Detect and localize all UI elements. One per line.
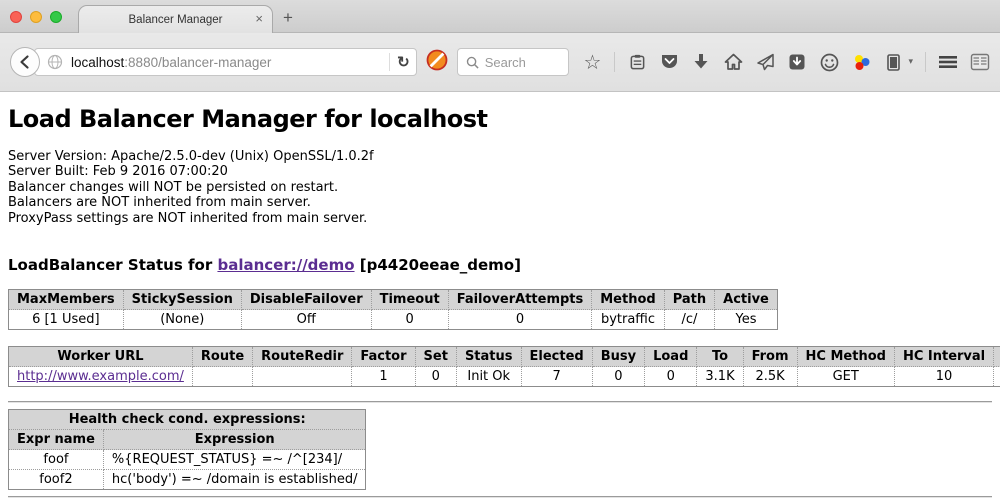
server-built-line: Server Built: Feb 9 2016 07:00:20 [8,164,992,179]
col-path: Path [664,290,714,310]
tab-balancer-manager[interactable]: Balancer Manager × [78,5,273,33]
home-icon[interactable] [723,52,743,72]
col-disablefailover: DisableFailover [241,290,371,310]
balancer-params-table: MaxMembers StickySession DisableFailover… [8,289,778,330]
col-expr-name: Expr name [9,430,104,450]
balancer-demo-link[interactable]: balancer://demo [217,256,354,274]
col-stickysession: StickySession [123,290,241,310]
color-dots-icon[interactable] [851,52,871,72]
close-window-button[interactable] [10,11,22,23]
url-path-text: :8880/balancer-manager [124,55,271,70]
loadbalancer-status-heading: LoadBalancer Status for balancer://demo … [8,256,992,274]
health-row: foof %{REQUEST_STATUS} =~ /^[234]/ [9,450,366,470]
navigation-toolbar: localhost:8880/balancer-manager ↻ Search… [0,33,1000,92]
table-header-row: MaxMembers StickySession DisableFailover… [9,290,778,310]
toolbar-divider [925,52,926,72]
bookmark-star-icon[interactable]: ☆ [582,52,602,72]
table-header-row: Worker URL Route RouteRedir Factor Set S… [9,347,1000,367]
col-busy: Busy [592,347,644,367]
inherit-notice-line: Balancers are NOT inherited from main se… [8,195,992,210]
col-method: Method [592,290,664,310]
col-expression: Expression [103,430,366,450]
health-title-row: Health check cond. expressions: [9,410,366,430]
col-hc-method: HC Method [797,347,894,367]
menu-hamburger-icon[interactable] [938,52,958,72]
feedback-smiley-icon[interactable] [819,52,839,72]
url-domain-text: localhost [71,55,124,70]
save-page-icon[interactable] [787,52,807,72]
traffic-lights [10,11,62,23]
adblock-badge-icon [426,49,448,71]
toolbar-divider [614,52,615,72]
page-content: Load Balancer Manager for localhost Serv… [0,105,1000,498]
pocket-icon[interactable] [659,52,679,72]
search-input[interactable]: Search [457,48,570,76]
worker-table: Worker URL Route RouteRedir Factor Set S… [8,346,1000,387]
new-tab-button[interactable]: + [283,8,293,28]
tab-groups-icon[interactable] [970,52,990,72]
search-placeholder: Search [485,55,526,70]
table-row: 6 [1 Used] (None) Off 0 0 bytraffic /c/ … [9,310,778,330]
back-button[interactable] [10,47,40,77]
site-identity-globe-icon [47,54,63,70]
worker-row: http://www.example.com/ 1 0 Init Ok 7 0 … [9,367,1000,387]
reading-list-icon[interactable] [627,52,647,72]
title-bar: Balancer Manager × + [0,0,1000,33]
col-active: Active [715,290,778,310]
minimize-window-button[interactable] [30,11,42,23]
worker-url-link[interactable]: http://www.example.com/ [17,369,184,384]
url-bar[interactable]: localhost:8880/balancer-manager ↻ [34,48,417,76]
health-row: foof2 hc('body') =~ /domain is establish… [9,470,366,490]
maximize-window-button[interactable] [50,11,62,23]
server-version-line: Server Version: Apache/2.5.0-dev (Unix) … [8,149,992,164]
health-check-table: Health check cond. expressions: Expr nam… [8,409,366,490]
back-arrow-icon [17,54,33,70]
col-elected: Elected [521,347,592,367]
col-from: From [743,347,797,367]
downloads-icon[interactable] [691,52,711,72]
reload-icon[interactable]: ↻ [397,53,410,71]
table-header-row: Expr name Expression [9,430,366,450]
col-hc-interval: HC Interval [894,347,993,367]
col-worker-url: Worker URL [9,347,193,367]
col-status: Status [456,347,521,367]
col-maxmembers: MaxMembers [9,290,124,310]
search-icon [466,56,479,69]
col-failoverattempts: FailoverAttempts [448,290,592,310]
container-icon[interactable] [883,52,903,72]
col-to: To [697,347,743,367]
page-title: Load Balancer Manager for localhost [8,105,992,133]
send-plane-icon[interactable] [755,52,775,72]
proxypass-notice-line: ProxyPass settings are NOT inherited fro… [8,211,992,226]
col-timeout: Timeout [371,290,448,310]
persist-notice-line: Balancer changes will NOT be persisted o… [8,180,992,195]
tab-close-icon[interactable]: × [255,11,263,27]
col-routeredir: RouteRedir [253,347,352,367]
status-suffix: [p4420eeae_demo] [355,256,521,274]
section-divider [8,401,992,403]
col-factor: Factor [352,347,415,367]
col-route: Route [192,347,252,367]
health-table-title: Health check cond. expressions: [9,410,366,430]
toolbar-icons: ☆ ▾ [582,52,990,72]
col-load: Load [645,347,697,367]
col-passes: Passes [994,347,1000,367]
adblock-icon[interactable] [426,49,448,75]
chevron-down-icon[interactable]: ▾ [908,57,913,67]
tab-title: Balancer Manager [129,14,223,26]
col-set: Set [415,347,456,367]
status-prefix: LoadBalancer Status for [8,256,217,274]
